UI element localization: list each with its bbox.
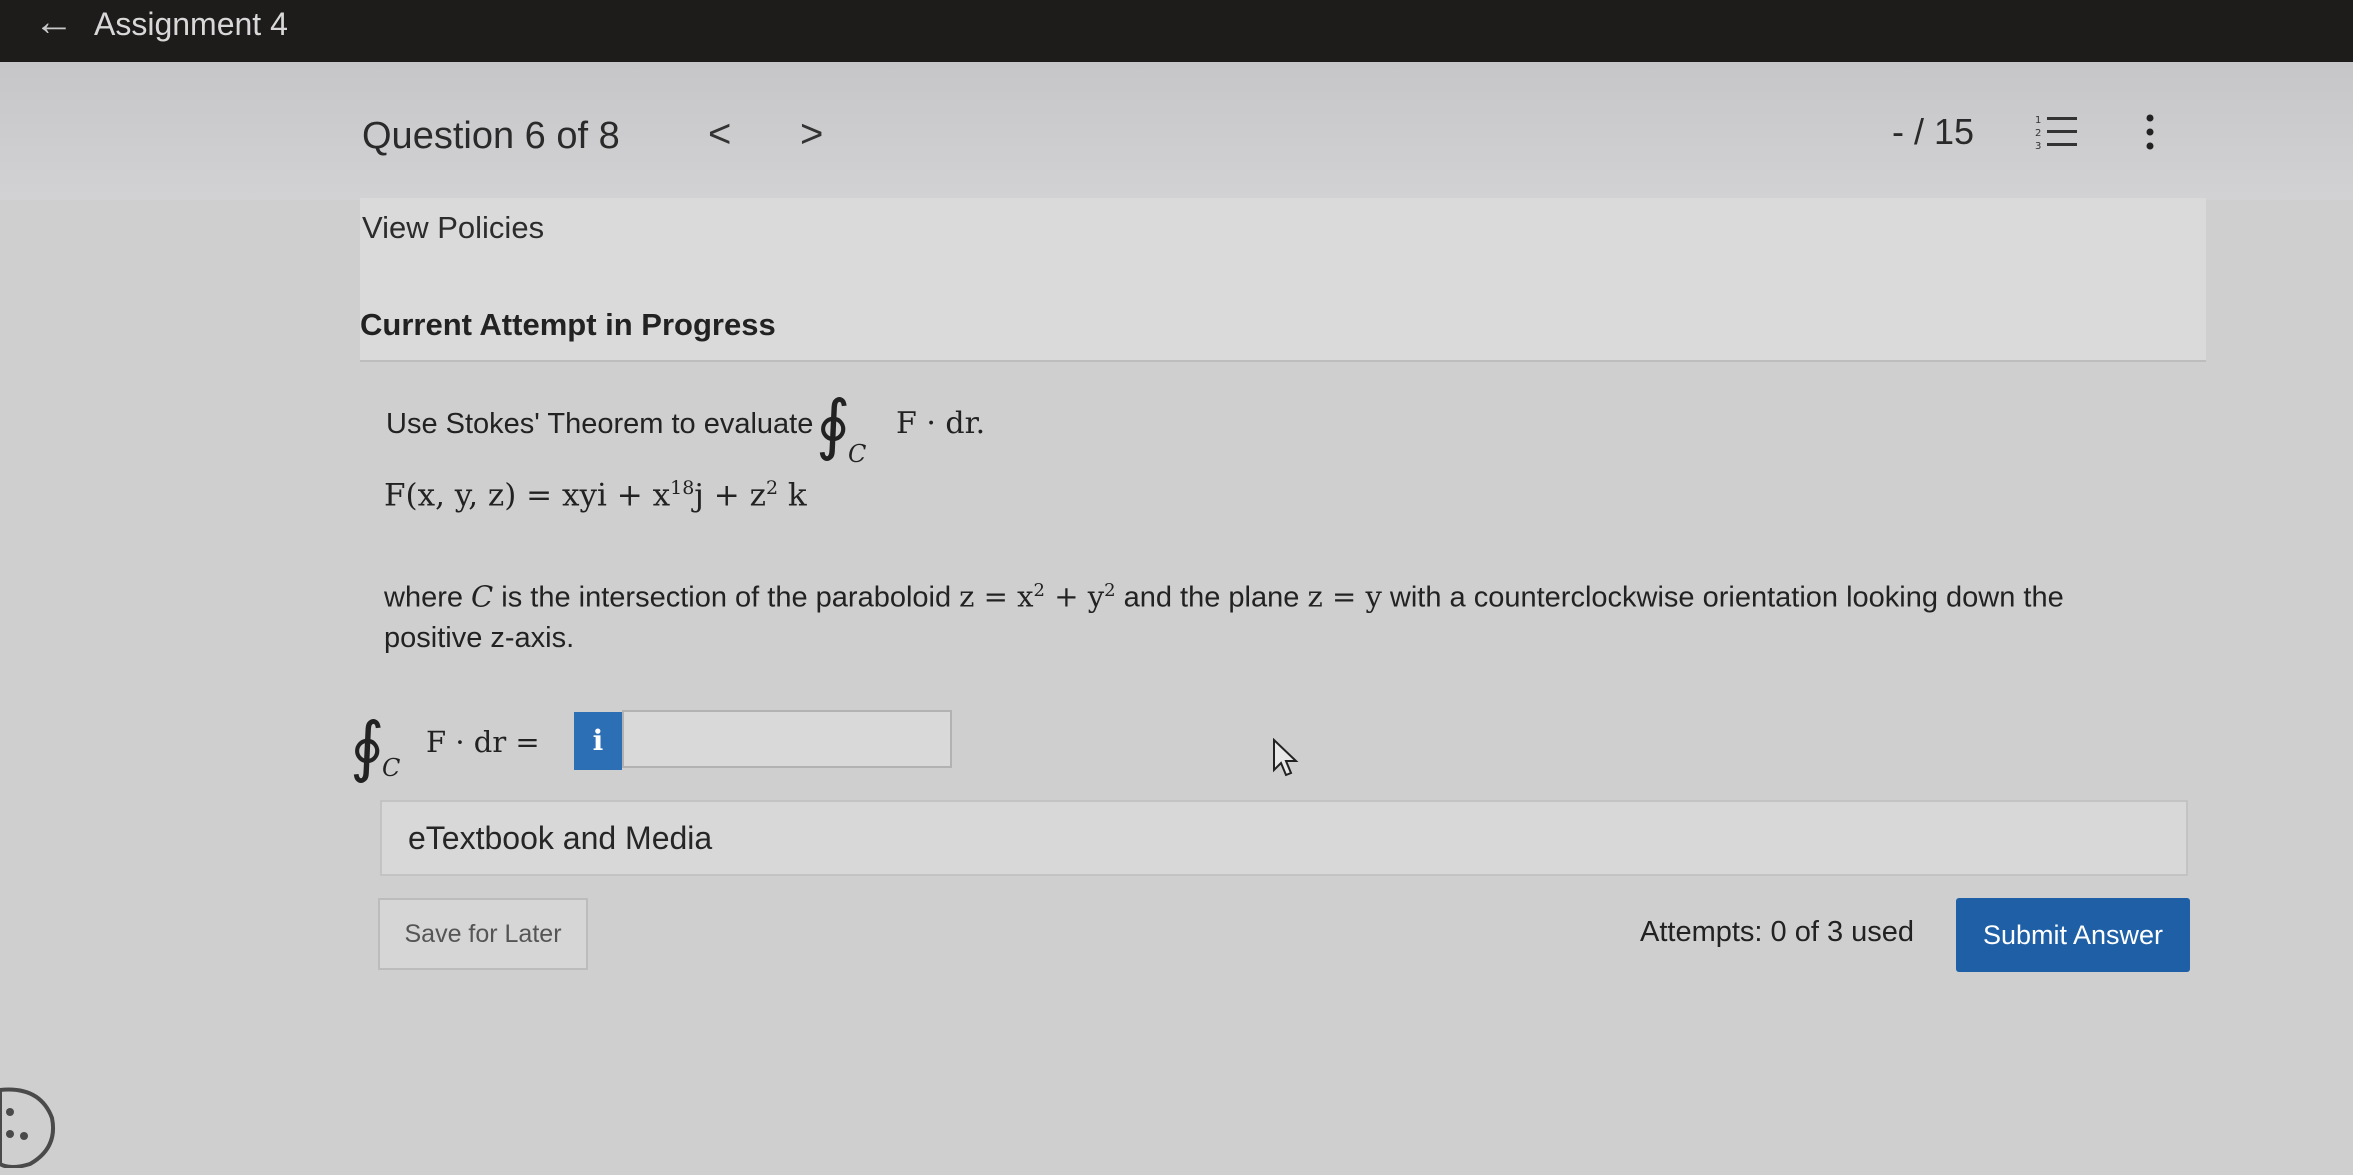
submit-answer-button[interactable]: Submit Answer [1956,898,2190,972]
contour-integral-symbol: ∮ [816,386,851,463]
save-for-later-button[interactable]: Save for Later [378,898,588,970]
question-list-icon[interactable]: 1 2 3 [2035,112,2081,152]
attempt-status: Current Attempt in Progress [360,307,776,342]
score-display: - / 15 [1892,111,1975,152]
vector-field-definition: F(x, y, z) = xyi + x18j + z2 k [384,477,807,514]
question-header [0,62,2353,200]
top-bar: ← Assignment 4 [0,0,2353,62]
svg-text:1: 1 [2035,115,2041,126]
question-counter: Question 6 of 8 [362,115,620,157]
answer-integral-subscript: C [382,754,401,782]
answer-integral-symbol: ∮ [350,708,385,785]
integrand: F · dr. [896,406,986,441]
svg-text:3: 3 [2035,141,2041,152]
view-policies-link[interactable]: View Policies [362,208,544,248]
answer-lhs: F · dr = [426,725,540,759]
mouse-cursor-icon [1273,738,1299,777]
curve-description: where C is the intersection of the parab… [384,579,2064,614]
etextbook-link[interactable]: eTextbook and Media [408,818,712,858]
curve-description-line2: positive z-axis. [384,622,575,654]
assignment-title: Assignment 4 [94,6,288,42]
info-button[interactable]: i [574,712,622,770]
more-options-icon[interactable] [2140,112,2160,152]
answer-input[interactable] [622,710,952,768]
previous-question-button[interactable]: < [708,112,731,156]
integral-subscript: C [848,440,867,468]
svg-text:2: 2 [2035,128,2041,139]
attempts-counter: Attempts: 0 of 3 used [1640,916,1915,948]
back-arrow-icon[interactable]: ← [34,2,74,42]
cookie-icon[interactable] [0,1078,60,1168]
question-prompt: Use Stokes' Theorem to evaluate [386,408,814,440]
next-question-button[interactable]: > [800,112,823,156]
